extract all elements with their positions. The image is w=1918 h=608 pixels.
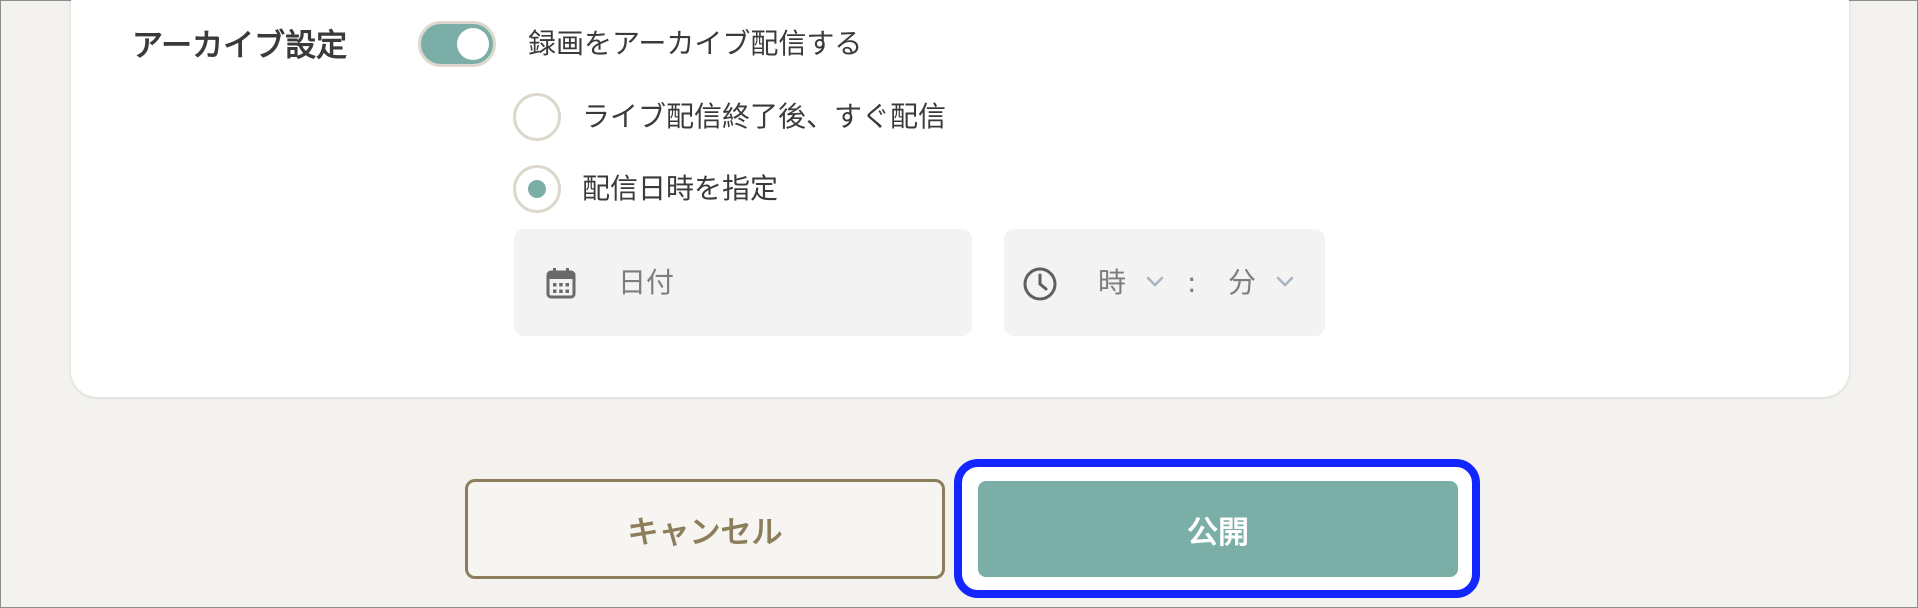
time-separator: : <box>1187 266 1197 299</box>
date-input[interactable]: 日付 <box>514 229 972 336</box>
radio-option-scheduled[interactable]: 配信日時を指定 <box>513 165 778 213</box>
chevron-down-icon[interactable] <box>1146 273 1164 292</box>
toggle-knob <box>457 28 489 60</box>
chevron-down-icon[interactable] <box>1276 273 1294 292</box>
radio-scheduled[interactable] <box>513 165 561 213</box>
hour-select[interactable]: 時 <box>1098 263 1126 303</box>
publish-button[interactable]: 公開 <box>978 481 1458 577</box>
radio-selected-dot <box>528 180 546 198</box>
radio-immediate[interactable] <box>513 93 561 141</box>
radio-scheduled-label: 配信日時を指定 <box>582 172 779 205</box>
archive-toggle[interactable] <box>418 21 496 67</box>
date-placeholder: 日付 <box>618 266 675 299</box>
minute-select[interactable]: 分 <box>1228 263 1256 303</box>
time-input: 時 : 分 <box>1004 229 1325 336</box>
clock-icon <box>1022 266 1058 306</box>
cancel-button[interactable]: キャンセル <box>465 479 945 579</box>
archive-section-label: アーカイブ設定 <box>132 28 348 64</box>
archive-toggle-label: 録画をアーカイブ配信する <box>528 27 863 60</box>
radio-option-immediate[interactable]: ライブ配信終了後、すぐ配信 <box>513 93 946 141</box>
radio-immediate-label: ライブ配信終了後、すぐ配信 <box>582 100 947 133</box>
calendar-icon <box>546 267 576 303</box>
